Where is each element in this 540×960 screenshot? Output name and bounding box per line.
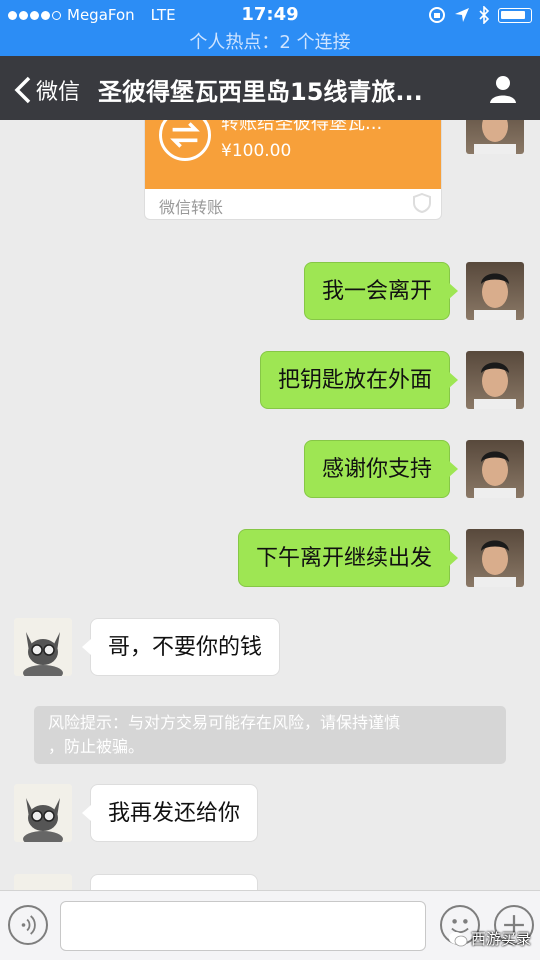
avatar[interactable] xyxy=(14,618,72,676)
avatar[interactable] xyxy=(466,120,524,154)
avatar[interactable] xyxy=(14,784,72,842)
watermark-text: 西游买录 xyxy=(471,930,532,948)
avatar[interactable] xyxy=(466,351,524,409)
message-bubble-received[interactable]: 哥，不要你的钱 xyxy=(81,618,281,676)
risk-warning-text: 风险提示：与对方交易可能存在风险，请保持谨慎 xyxy=(48,713,401,732)
transfer-label: 微信转账 xyxy=(159,198,224,217)
risk-warning: 风险提示：与对方交易可能存在风险，请保持谨慎 ，防止被骗。 xyxy=(34,706,506,764)
chat-title: 圣彼得堡瓦西里岛15线青旅... xyxy=(98,78,423,106)
voice-icon[interactable] xyxy=(8,905,48,945)
avatar[interactable] xyxy=(466,262,524,320)
back-button[interactable]: 微信 xyxy=(14,74,80,106)
message-bubble-received[interactable]: 我再发还给你 xyxy=(81,784,259,842)
battery-icon xyxy=(498,7,532,23)
message-bubble-sent[interactable]: 感谢你支持 xyxy=(303,440,459,498)
location-icon xyxy=(455,8,469,22)
status-icons xyxy=(428,6,532,24)
wechat-logo-icon xyxy=(449,931,468,946)
back-label: 微信 xyxy=(36,80,81,105)
transfer-title: 转账给圣彼得堡瓦... xyxy=(221,120,383,134)
message-bubble-sent[interactable]: 我一会离开 xyxy=(303,262,459,320)
hotspot-banner[interactable]: 个人热点：2 个连接 xyxy=(0,30,540,56)
person-icon[interactable] xyxy=(488,74,518,104)
transfer-message: 转账给圣彼得堡瓦... ¥100.00 微信转账 xyxy=(0,120,540,240)
avatar[interactable] xyxy=(466,440,524,498)
chat-history[interactable]: 转账给圣彼得堡瓦... ¥100.00 微信转账 我一会离开 把钥匙放在外面 感… xyxy=(0,120,540,890)
bluetooth-icon xyxy=(479,6,490,24)
rotation-lock-icon xyxy=(429,7,445,23)
risk-warning-text: ，防止被骗。 xyxy=(48,737,145,756)
message-bubble-sent[interactable]: 下午离开继续出发 xyxy=(237,529,459,587)
avatar[interactable] xyxy=(14,874,72,890)
avatar[interactable] xyxy=(466,529,524,587)
message-bubble-sent[interactable]: 把钥匙放在外面 xyxy=(259,351,459,409)
transfer-card[interactable]: 转账给圣彼得堡瓦... ¥100.00 微信转账 xyxy=(144,120,442,220)
transfer-amount: ¥100.00 xyxy=(221,141,292,161)
message-bubble-received[interactable] xyxy=(90,874,258,890)
input-bar xyxy=(0,890,540,960)
status-bar: MegaFon LTE 17:49 xyxy=(0,0,540,30)
transfer-arrows-icon xyxy=(159,120,211,161)
message-input[interactable] xyxy=(60,901,426,951)
shield-icon xyxy=(413,193,431,213)
chevron-left-icon xyxy=(14,76,31,104)
watermark: 西游买录 xyxy=(448,928,531,949)
chat-header: 微信 圣彼得堡瓦西里岛15线青旅... xyxy=(0,56,540,120)
